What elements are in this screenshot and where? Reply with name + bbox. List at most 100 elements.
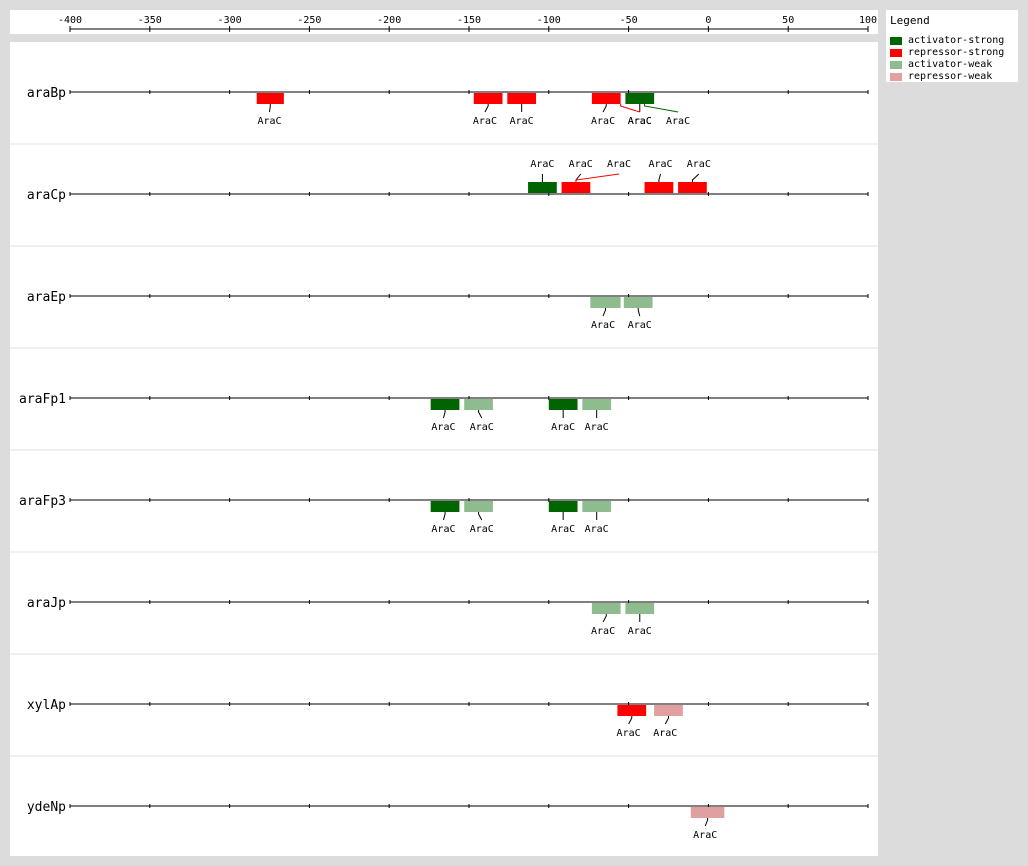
legend-swatch	[890, 61, 902, 69]
axis-tick-label: -200	[377, 15, 401, 26]
legend-label: repressor-weak	[908, 71, 993, 82]
binding-site-connector	[602, 104, 607, 113]
binding-site-box	[430, 501, 460, 512]
binding-site-box	[591, 93, 621, 104]
promoter-name: araEp	[27, 290, 66, 305]
binding-site-connector	[269, 104, 271, 113]
promoter-tracks: araBp AraC AraC AraC AraC AraC AraC AraC araCp Ar…	[10, 86, 878, 841]
binding-site-connector	[620, 104, 640, 113]
binding-site-label: AraC	[510, 116, 534, 127]
binding-site-box	[473, 93, 503, 104]
axis-tick-label: -50	[620, 15, 638, 26]
binding-site-label: AraC	[687, 159, 711, 170]
axis-tick-label: -150	[457, 15, 481, 26]
binding-site-box	[548, 399, 578, 410]
binding-site-connector	[478, 410, 483, 419]
legend-title: Legend	[890, 14, 930, 27]
binding-site-box	[430, 399, 460, 410]
binding-site-label: AraC	[693, 830, 717, 841]
binding-site-connector	[575, 173, 582, 182]
binding-site-label: AraC	[653, 728, 677, 739]
binding-site-connector	[691, 173, 700, 182]
axis-panel: -400 -350 -300 -250 -200 -150 -100 -50 0 50 100	[10, 10, 878, 34]
binding-site-box	[528, 182, 557, 193]
axis-tick-label: 50	[782, 15, 794, 26]
promoter-name: araBp	[27, 86, 66, 101]
binding-site-box	[617, 705, 647, 716]
promoter-name: araFp1	[19, 392, 66, 407]
binding-site-connector	[602, 614, 607, 623]
binding-site-label: AraC	[431, 422, 455, 433]
legend-label: repressor-strong	[908, 47, 1005, 58]
promoter-name: araFp3	[19, 494, 66, 509]
binding-site-connector	[484, 104, 489, 113]
binding-site-box	[625, 603, 655, 614]
axis-tick-label: -350	[138, 15, 162, 26]
binding-site-box	[582, 399, 612, 410]
axis-tick-label: -100	[537, 15, 561, 26]
top-axis: -400 -350 -300 -250 -200 -150 -100 -50 0 50 100	[58, 15, 877, 32]
legend-label: activator-weak	[908, 59, 993, 70]
binding-site-label: AraC	[648, 159, 672, 170]
binding-site-label: AraC	[431, 524, 455, 535]
binding-site-connector	[664, 716, 669, 725]
binding-site-label: AraC	[257, 116, 281, 127]
binding-site-box	[464, 399, 493, 410]
binding-site-label: AraC	[530, 159, 554, 170]
binding-site-connector	[478, 512, 483, 521]
binding-site-connector	[637, 308, 641, 317]
legend-swatch	[890, 73, 902, 81]
binding-site-box	[644, 182, 674, 193]
tracks-panel: araBp AraC AraC AraC AraC AraC AraC AraC araCp Ar…	[10, 42, 878, 856]
binding-site-connector	[704, 818, 709, 827]
binding-site-label: AraC	[628, 320, 652, 331]
axis-tick-label: -250	[297, 15, 321, 26]
binding-site-connector	[442, 410, 446, 419]
axis-tick-label: -300	[218, 15, 242, 26]
binding-site-label: AraC	[628, 116, 652, 127]
binding-site-label: AraC	[666, 116, 690, 127]
binding-site-box	[256, 93, 284, 104]
binding-site-box	[690, 807, 725, 818]
legend-label: activator-strong	[908, 35, 1005, 46]
binding-site-label: AraC	[628, 626, 652, 637]
axis-tick-label: -400	[58, 15, 82, 26]
binding-site-label: AraC	[470, 422, 494, 433]
binding-site-box	[590, 297, 621, 308]
binding-site-label: AraC	[591, 116, 615, 127]
binding-site-box	[591, 603, 621, 614]
binding-site-box	[623, 297, 653, 308]
binding-site-connector	[442, 512, 446, 521]
binding-site-box	[625, 93, 655, 104]
legend-swatch	[890, 37, 902, 45]
binding-site-connector	[628, 716, 633, 725]
axis-tick-label: 0	[705, 15, 711, 26]
binding-site-label: AraC	[569, 159, 593, 170]
axis-tick-label: 100	[859, 15, 877, 26]
binding-site-box	[464, 501, 493, 512]
binding-site-label: AraC	[591, 626, 615, 637]
promoter-name: araJp	[27, 596, 66, 611]
legend: Legend activator-strong repressor-strong…	[886, 10, 1018, 82]
binding-site-box	[548, 501, 578, 512]
binding-site-label: AraC	[607, 159, 631, 170]
binding-site-label: AraC	[585, 422, 609, 433]
promoter-name: ydeNp	[27, 800, 66, 815]
binding-site-connector	[575, 173, 620, 182]
binding-site-label: AraC	[591, 320, 615, 331]
binding-site-label: AraC	[470, 524, 494, 535]
promoter-name: xylAp	[27, 698, 66, 713]
promoter-name: araCp	[27, 188, 66, 203]
binding-site-box	[561, 182, 591, 193]
binding-site-label: AraC	[473, 116, 497, 127]
legend-swatch	[890, 49, 902, 57]
binding-site-label: AraC	[551, 524, 575, 535]
binding-site-box	[678, 182, 707, 193]
binding-site-box	[654, 705, 683, 716]
binding-site-connector	[644, 104, 679, 113]
binding-site-connector	[658, 173, 662, 182]
binding-site-box	[582, 501, 612, 512]
binding-site-label: AraC	[585, 524, 609, 535]
binding-site-connector	[602, 308, 606, 317]
binding-site-label: AraC	[551, 422, 575, 433]
